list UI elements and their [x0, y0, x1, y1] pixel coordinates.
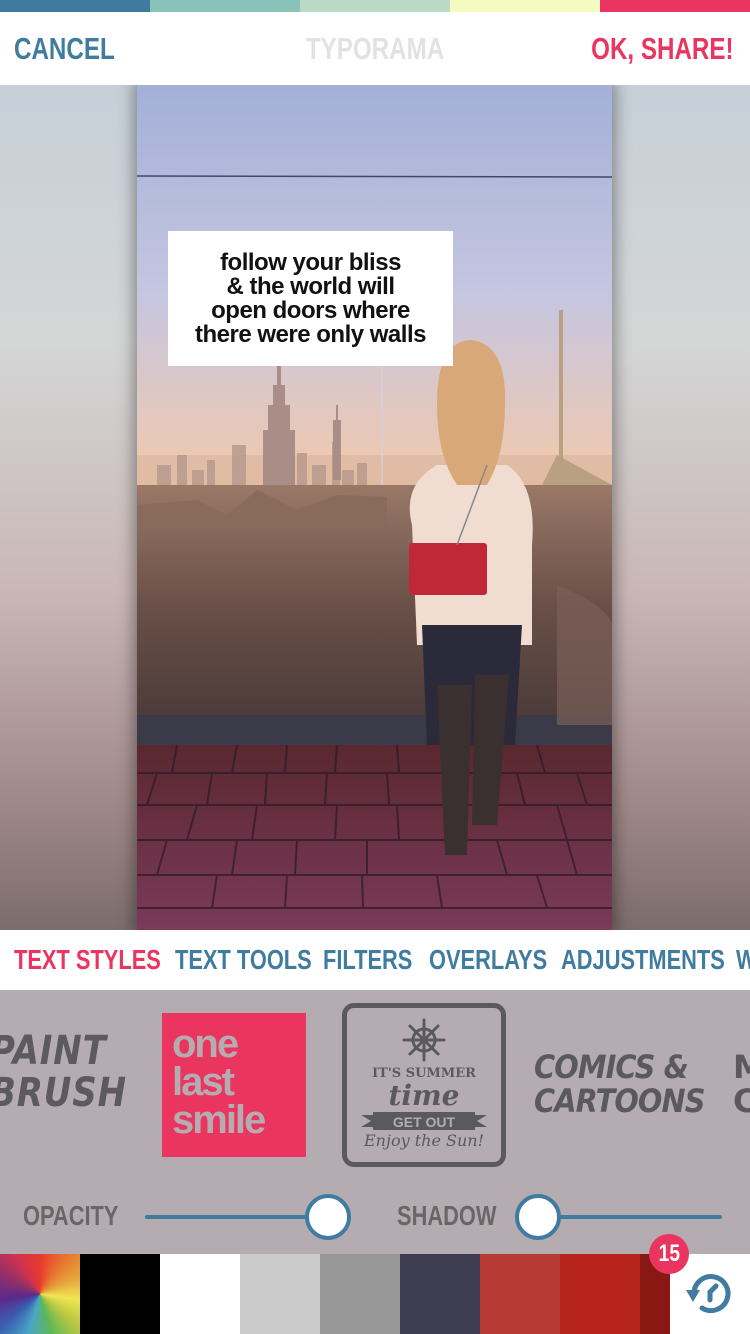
swatch-dark-slate[interactable]	[400, 1254, 480, 1334]
photo-illustration	[137, 85, 612, 930]
ribbon-tail	[473, 1115, 487, 1127]
tab-adjustments[interactable]: ADJUSTMENTS	[561, 942, 725, 978]
quote-line: & the world will	[226, 272, 395, 300]
style-label: COMICS &	[534, 1048, 689, 1086]
quote-line: follow your bliss	[220, 248, 401, 276]
editor-canvas: follow your bliss & the world will open …	[0, 85, 750, 930]
opacity-label: OPACITY	[23, 1200, 119, 1231]
text-styles-panel: PAINT BRUSH one last smile IT'S SUMMER t…	[0, 990, 750, 1254]
strip-segment	[600, 0, 750, 12]
history-count-badge: 15	[649, 1234, 689, 1274]
style-next-partial[interactable]: M C	[733, 1050, 750, 1130]
color-swatches	[0, 1254, 670, 1334]
shadow-label: SHADOW	[397, 1200, 497, 1231]
style-paint-brush[interactable]: PAINT BRUSH	[0, 1028, 127, 1130]
strip-segment	[450, 0, 600, 12]
strip-segment	[300, 0, 450, 12]
swatch-black[interactable]	[80, 1254, 160, 1334]
strip-segment	[0, 0, 150, 12]
shadow-slider-knob[interactable]	[515, 1194, 561, 1240]
opacity-slider-knob[interactable]	[305, 1194, 351, 1240]
style-label: GET OUT	[392, 1114, 456, 1130]
ribbon-banner: GET OUT	[359, 1112, 489, 1130]
style-label: time	[388, 1079, 460, 1112]
badge-count: 15	[658, 1240, 680, 1267]
ship-wheel-icon	[402, 1018, 446, 1062]
background-photo[interactable]	[137, 85, 612, 930]
style-label: C	[733, 1082, 750, 1120]
shadow-slider-track[interactable]	[538, 1215, 722, 1219]
swatch-gray[interactable]	[320, 1254, 400, 1334]
quote-line: open doors where	[211, 296, 410, 324]
style-label: smile	[172, 1098, 266, 1142]
style-label: PAINT	[0, 1028, 107, 1074]
top-color-strip	[0, 0, 750, 12]
style-summer-time[interactable]: IT'S SUMMER time GET OUT Enjoy the Sun!	[342, 1003, 506, 1167]
style-comics-cartoons[interactable]: COMICS & CARTOONS	[534, 1048, 705, 1130]
cancel-button[interactable]: CANCEL	[14, 29, 115, 69]
style-one-last-smile[interactable]: one last smile	[162, 1013, 306, 1157]
history-icon	[686, 1274, 731, 1314]
strip-segment	[150, 0, 300, 12]
tab-filters[interactable]: FILTERS	[323, 942, 412, 978]
quote-text-box[interactable]: follow your bliss & the world will open …	[168, 231, 453, 366]
style-label: M	[733, 1048, 750, 1086]
app-title: TYPORAMA	[305, 31, 445, 66]
header-bar: CANCEL TYPORAMA OK, SHARE!	[0, 12, 750, 85]
tab-overlays[interactable]: OVERLAYS	[429, 942, 547, 978]
swatch-color-wheel[interactable]	[0, 1254, 80, 1334]
ribbon-body: GET OUT	[373, 1112, 475, 1130]
style-label: BRUSH	[0, 1070, 127, 1116]
tool-tabs: TEXT STYLES TEXT TOOLS FILTERS OVERLAYS …	[0, 930, 750, 990]
style-label: one	[172, 1022, 239, 1066]
ok-share-button[interactable]: OK, SHARE!	[592, 29, 734, 69]
style-label: CARTOONS	[534, 1082, 705, 1120]
style-label: last	[172, 1060, 235, 1104]
swatch-red[interactable]	[560, 1254, 640, 1334]
swatch-light-gray[interactable]	[240, 1254, 320, 1334]
swatch-brick-red[interactable]	[480, 1254, 560, 1334]
style-label: Enjoy the Sun!	[364, 1131, 484, 1150]
quote-line: there were only walls	[195, 320, 426, 348]
tab-text-tools[interactable]: TEXT TOOLS	[175, 942, 312, 978]
tab-more[interactable]: W	[736, 942, 750, 978]
swatch-white[interactable]	[160, 1254, 240, 1334]
tab-text-styles[interactable]: TEXT STYLES	[14, 942, 161, 978]
opacity-slider-track[interactable]	[145, 1215, 328, 1219]
